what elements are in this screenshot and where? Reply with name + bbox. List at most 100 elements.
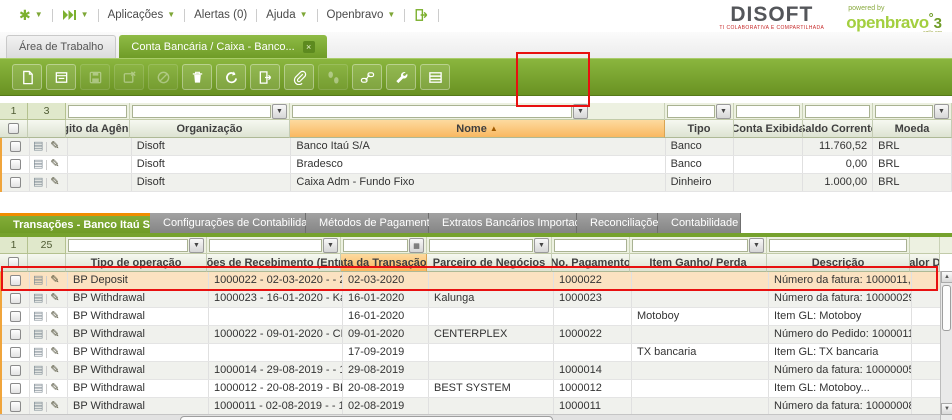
attachment-button[interactable] bbox=[284, 64, 314, 90]
table-row[interactable]: ▤✎BP Withdrawal1000022 - 09-01-2020 - CE… bbox=[2, 326, 952, 344]
view-record-icon[interactable]: ▤ bbox=[33, 293, 43, 304]
filter-input[interactable] bbox=[132, 105, 271, 118]
filter-input[interactable] bbox=[68, 105, 127, 118]
row-checkbox[interactable] bbox=[10, 159, 21, 170]
table-row[interactable]: ▤✎BP Withdrawal17-09-2019TX bancariaItem… bbox=[2, 344, 952, 362]
filter-dropdown-icon[interactable]: ▼ bbox=[323, 238, 338, 253]
filter-input[interactable] bbox=[736, 105, 800, 118]
column-header[interactable] bbox=[28, 254, 66, 272]
tab-extratos-bancarios[interactable]: Extratos Bancários Importados bbox=[429, 213, 577, 233]
grid-view-button[interactable] bbox=[420, 64, 450, 90]
column-header[interactable]: Conta Exibida bbox=[734, 120, 803, 138]
column-header[interactable]: Dígito da Agência bbox=[66, 120, 130, 138]
filter-input[interactable] bbox=[429, 239, 533, 252]
filter-dropdown-icon[interactable]: ▼ bbox=[573, 104, 588, 119]
form-view-button[interactable] bbox=[46, 64, 76, 90]
row-checkbox[interactable] bbox=[10, 365, 21, 376]
tab-configuracoes-contabilidade[interactable]: Configurações de Contabilidade bbox=[150, 213, 306, 233]
select-all-checkbox[interactable] bbox=[8, 123, 19, 134]
filter-input[interactable] bbox=[769, 239, 907, 252]
view-record-icon[interactable]: ▤ bbox=[33, 275, 43, 286]
view-record-icon[interactable]: ▤ bbox=[33, 365, 43, 376]
edit-record-icon[interactable]: ✎ bbox=[50, 275, 59, 286]
view-record-icon[interactable]: ▤ bbox=[33, 159, 43, 170]
edit-record-icon[interactable]: ✎ bbox=[50, 347, 59, 358]
filter-input[interactable] bbox=[68, 239, 188, 252]
filter-dropdown-icon[interactable]: ▼ bbox=[189, 238, 204, 253]
filter-input[interactable] bbox=[209, 239, 322, 252]
menu-openbravo[interactable]: Openbravo▼ bbox=[318, 9, 405, 21]
column-header[interactable]: Item Ganho/ Perda bbox=[630, 254, 767, 272]
view-record-icon[interactable]: ▤ bbox=[33, 177, 43, 188]
export-button[interactable] bbox=[250, 64, 280, 90]
recent-views-menu[interactable]: ▼ bbox=[53, 9, 98, 21]
table-row[interactable]: ▤✎BP Withdrawal16-01-2020MotoboyItem GL:… bbox=[2, 308, 952, 326]
view-record-icon[interactable]: ▤ bbox=[33, 141, 43, 152]
view-record-icon[interactable]: ▤ bbox=[33, 311, 43, 322]
scroll-down-icon[interactable]: ▼ bbox=[941, 403, 952, 415]
filter-dropdown-icon[interactable]: ▼ bbox=[534, 238, 549, 253]
refresh-button[interactable] bbox=[216, 64, 246, 90]
view-record-icon[interactable]: ▤ bbox=[33, 347, 43, 358]
edit-record-icon[interactable]: ✎ bbox=[50, 177, 59, 188]
edit-record-icon[interactable]: ✎ bbox=[50, 329, 59, 340]
column-header[interactable]: Organização bbox=[130, 120, 290, 138]
tab-reconciliacoes[interactable]: Reconciliações bbox=[577, 213, 658, 233]
column-header[interactable] bbox=[0, 120, 28, 138]
filter-input[interactable] bbox=[554, 239, 627, 252]
close-icon[interactable]: × bbox=[303, 41, 315, 53]
column-header[interactable]: Moeda bbox=[873, 120, 952, 138]
new-record-button[interactable] bbox=[12, 64, 42, 90]
tab-area-de-trabalho[interactable]: Área de Trabalho bbox=[6, 35, 116, 58]
column-header[interactable]: No. Pagamento bbox=[552, 254, 630, 272]
link-button[interactable] bbox=[352, 64, 382, 90]
menu-alertas[interactable]: Alertas (0) bbox=[185, 9, 256, 21]
edit-record-icon[interactable]: ✎ bbox=[50, 383, 59, 394]
view-record-icon[interactable]: ▤ bbox=[33, 329, 43, 340]
table-row[interactable]: ▤✎DisoftCaixa Adm - Fundo FixoDinheiro1.… bbox=[2, 174, 952, 192]
filter-input[interactable] bbox=[343, 239, 408, 252]
scroll-up-icon[interactable]: ▲ bbox=[941, 271, 952, 283]
row-checkbox[interactable] bbox=[10, 329, 21, 340]
column-header[interactable]: Nome▲ bbox=[290, 120, 665, 138]
edit-record-icon[interactable]: ✎ bbox=[50, 159, 59, 170]
filter-dropdown-icon[interactable]: ▼ bbox=[934, 104, 949, 119]
table-row[interactable]: ▤✎DisoftBradescoBanco0,00BRL bbox=[2, 156, 952, 174]
edit-record-icon[interactable]: ✎ bbox=[50, 311, 59, 322]
row-checkbox[interactable] bbox=[10, 293, 21, 304]
filter-input[interactable] bbox=[875, 105, 933, 118]
tools-button[interactable] bbox=[386, 64, 416, 90]
horizontal-scroll-thumb[interactable] bbox=[180, 416, 553, 420]
table-row[interactable]: ▤✎BP Withdrawal1000012 - 20-08-2019 - BE… bbox=[2, 380, 952, 398]
favorites-menu[interactable]: ✱▼ bbox=[10, 8, 52, 22]
row-checkbox[interactable] bbox=[10, 383, 21, 394]
vertical-scroll-thumb[interactable] bbox=[942, 285, 951, 331]
table-row[interactable]: ▤✎BP Deposit1000022 - 02-03-2020 - - 253… bbox=[2, 272, 952, 290]
column-header[interactable] bbox=[0, 254, 28, 272]
row-checkbox[interactable] bbox=[10, 141, 21, 152]
logout-button[interactable] bbox=[405, 8, 438, 22]
table-row[interactable]: ▤✎DisoftBanco Itaú S/ABanco11.760,52BRL bbox=[2, 138, 952, 156]
edit-record-icon[interactable]: ✎ bbox=[50, 401, 59, 412]
column-header[interactable]: Tipo de operação bbox=[66, 254, 207, 272]
horizontal-scrollbar[interactable] bbox=[0, 414, 940, 420]
view-record-icon[interactable]: ▤ bbox=[33, 401, 43, 412]
select-all-checkbox[interactable] bbox=[8, 257, 19, 268]
filter-dropdown-icon[interactable]: ▼ bbox=[716, 104, 731, 119]
vertical-scrollbar[interactable]: ▲ ▼ bbox=[940, 271, 952, 420]
filter-input[interactable] bbox=[667, 105, 715, 118]
column-header[interactable]: Data da Transação▼ bbox=[341, 254, 427, 272]
table-row[interactable]: ▤✎BP Withdrawal1000023 - 16-01-2020 - Ka… bbox=[2, 290, 952, 308]
view-record-icon[interactable]: ▤ bbox=[33, 383, 43, 394]
filter-input[interactable] bbox=[632, 239, 748, 252]
column-header[interactable]: Tipo bbox=[665, 120, 734, 138]
tab-contabilidade[interactable]: Contabilidade bbox=[658, 213, 741, 233]
column-header[interactable]: Parceiro de Negócios bbox=[427, 254, 552, 272]
column-header[interactable] bbox=[28, 120, 66, 138]
filter-input[interactable] bbox=[805, 105, 870, 118]
menu-ajuda[interactable]: Ajuda▼ bbox=[257, 9, 316, 21]
edit-record-icon[interactable]: ✎ bbox=[50, 141, 59, 152]
tab-transacoes[interactable]: Transações - Banco Itaú S/A ... bbox=[0, 213, 150, 233]
tab-conta-bancaria[interactable]: Conta Bancária / Caixa - Banco...× bbox=[119, 35, 326, 58]
column-header[interactable]: Descrição bbox=[767, 254, 910, 272]
